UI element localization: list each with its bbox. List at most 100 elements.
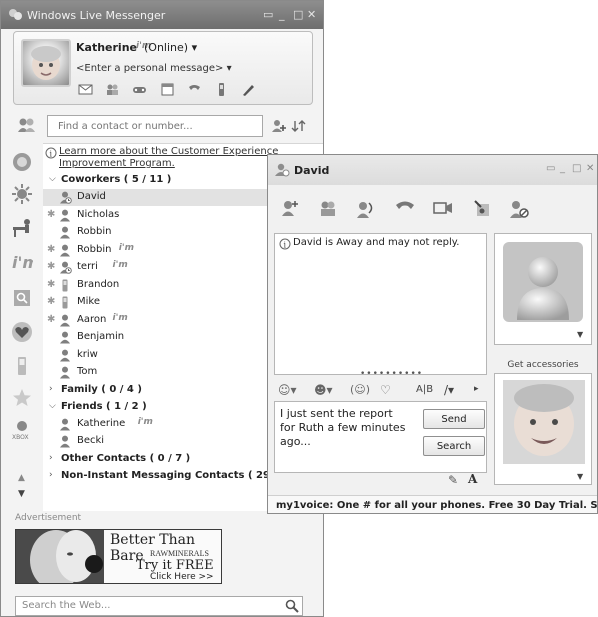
conversation-history: i David is Away and may not reply. [274, 233, 487, 375]
contact-list-icon[interactable] [17, 117, 37, 133]
minimize-button[interactable]: ▭ [263, 8, 277, 21]
away-status-icon [60, 191, 72, 204]
ad-brand: RAWMINERALS [150, 549, 209, 558]
away-status-icon [60, 261, 72, 274]
share-files-icon[interactable] [318, 199, 338, 217]
conversation-ad-text[interactable]: my1voice: One # for all your phones. Fre… [268, 495, 597, 513]
format-toolbar: ☺▾ ☻▾ (☺) ♡ A|B /▾ ▸ [274, 379, 487, 403]
emoticon-icon[interactable]: ☺▾ [278, 383, 297, 397]
chevron-right-icon[interactable]: › [49, 470, 53, 480]
im-icon[interactable]: i'm [11, 251, 33, 273]
asterisk-icon: ✱ [47, 243, 56, 255]
get-accessories-link[interactable]: Get accessories [494, 360, 592, 370]
add-contact-icon[interactable] [271, 119, 287, 133]
chevron-down-icon[interactable]: ⌵ [49, 174, 56, 184]
asterisk-icon: ✱ [47, 208, 56, 220]
workspace-icon[interactable] [11, 217, 33, 239]
ceip-link[interactable]: Learn more about the Customer Experience… [59, 146, 289, 170]
send-button[interactable]: Send [423, 409, 485, 429]
color-brush-icon[interactable]: /▾ [444, 383, 454, 397]
contact-status-icon [59, 314, 73, 327]
conversation-title-bar[interactable]: David ▭ _ □ ✕ [268, 155, 597, 185]
search-icon[interactable] [284, 598, 300, 614]
star-icon[interactable] [11, 387, 33, 409]
contact-search-row [1, 113, 323, 143]
personal-message-field[interactable]: <Enter a personal message> ▾ [76, 63, 232, 74]
sunburst-icon[interactable] [11, 183, 33, 205]
voice-icon[interactable] [354, 199, 376, 219]
more-tools-icon[interactable]: ▸ [474, 384, 479, 394]
online-status-icon [60, 244, 70, 256]
maximize-button[interactable]: □ [293, 8, 307, 21]
my-picture-menu-icon[interactable]: ▼ [577, 472, 583, 481]
heart-icon[interactable] [11, 321, 33, 343]
sort-icon[interactable] [291, 119, 307, 133]
chevron-down-icon[interactable]: ⌵ [49, 401, 56, 411]
minimize-icon[interactable]: _ [279, 8, 289, 21]
online-status-icon [60, 366, 70, 379]
title-bar[interactable]: Windows Live Messenger ▭ _ □ ✕ [1, 1, 323, 29]
chat-close-button[interactable]: ✕ [586, 163, 594, 174]
chat-maximize-button[interactable]: □ [572, 163, 581, 174]
status-selector[interactable]: (Online) ▾ [144, 41, 197, 54]
user-name[interactable]: Katherine [76, 41, 137, 54]
contact-name: David [77, 191, 106, 202]
contact-status-icon [275, 163, 290, 177]
mobile-tab-icon[interactable] [11, 355, 33, 377]
ad-banner[interactable]: Better Than Bare RAWMINERALS Try it FREE… [15, 529, 222, 584]
call-icon[interactable] [394, 199, 416, 217]
contact-name: Aaron [77, 313, 107, 325]
msn-today-icon[interactable] [11, 151, 33, 173]
calendar-icon[interactable] [160, 83, 175, 96]
online-status-icon [60, 418, 70, 430]
search-tab-icon[interactable] [11, 287, 33, 309]
message-draft[interactable]: I just sent the report for Ruth a few mi… [280, 407, 410, 449]
block-icon[interactable] [508, 199, 530, 219]
group-label: Coworkers ( 5 / 11 ) [61, 174, 172, 185]
contacts-icon[interactable] [105, 83, 120, 96]
contact-status-icon [59, 261, 73, 274]
voice-clip-icon[interactable]: (☺) [350, 383, 370, 396]
asterisk-icon: ✱ [47, 296, 56, 307]
mobile-icon[interactable] [214, 83, 229, 96]
picture-menu-icon[interactable]: ▼ [577, 330, 583, 339]
online-status-icon [60, 209, 70, 221]
xbox-icon[interactable]: XBOX [11, 419, 33, 441]
mail-icon[interactable] [78, 83, 93, 96]
baby-photo [503, 380, 585, 464]
im-icon: i'm [112, 312, 128, 323]
contact-name: Tom [77, 366, 98, 377]
my-display-picture[interactable]: ▼ [494, 373, 592, 485]
status-text: (Online) [144, 41, 189, 54]
activities-icon[interactable] [472, 199, 492, 219]
handwriting-icon[interactable]: ✎ [448, 473, 458, 487]
profile-toolbar [78, 83, 265, 96]
search-button[interactable]: Search [423, 436, 485, 456]
scroll-down-icon[interactable]: ▼ [18, 489, 25, 499]
search-input[interactable] [47, 115, 263, 137]
contact-name: Robbin [77, 226, 112, 237]
nudge-icon[interactable]: ♡ [380, 383, 391, 397]
video-icon[interactable] [432, 199, 454, 217]
chevron-right-icon[interactable]: › [49, 384, 53, 394]
svg-text:i: i [50, 150, 53, 159]
chevron-right-icon[interactable]: › [49, 453, 53, 463]
font-icon[interactable]: A|B [416, 384, 433, 395]
games-icon[interactable] [132, 83, 147, 96]
message-compose-area[interactable]: I just sent the report for Ruth a few mi… [274, 401, 487, 473]
invite-icon[interactable] [280, 199, 300, 217]
close-button[interactable]: ✕ [307, 8, 320, 21]
display-picture[interactable] [21, 39, 71, 87]
wink-icon[interactable]: ☻▾ [314, 383, 333, 397]
phone-icon[interactable] [187, 83, 202, 96]
ad-link[interactable]: Click Here >> [150, 572, 214, 582]
contact-status-icon [59, 209, 73, 222]
chat-menu-button[interactable]: ▭ [546, 163, 555, 174]
brush-icon[interactable] [241, 83, 256, 96]
scroll-up-icon[interactable]: ▲ [18, 473, 25, 483]
web-search-input[interactable]: Search the Web... [15, 596, 303, 616]
contact-display-picture[interactable]: ▼ [494, 233, 592, 345]
chat-minimize-button[interactable]: _ [560, 163, 565, 174]
pane-splitter[interactable]: •••••••••• [360, 369, 423, 379]
text-mode-icon[interactable]: A [468, 472, 477, 486]
